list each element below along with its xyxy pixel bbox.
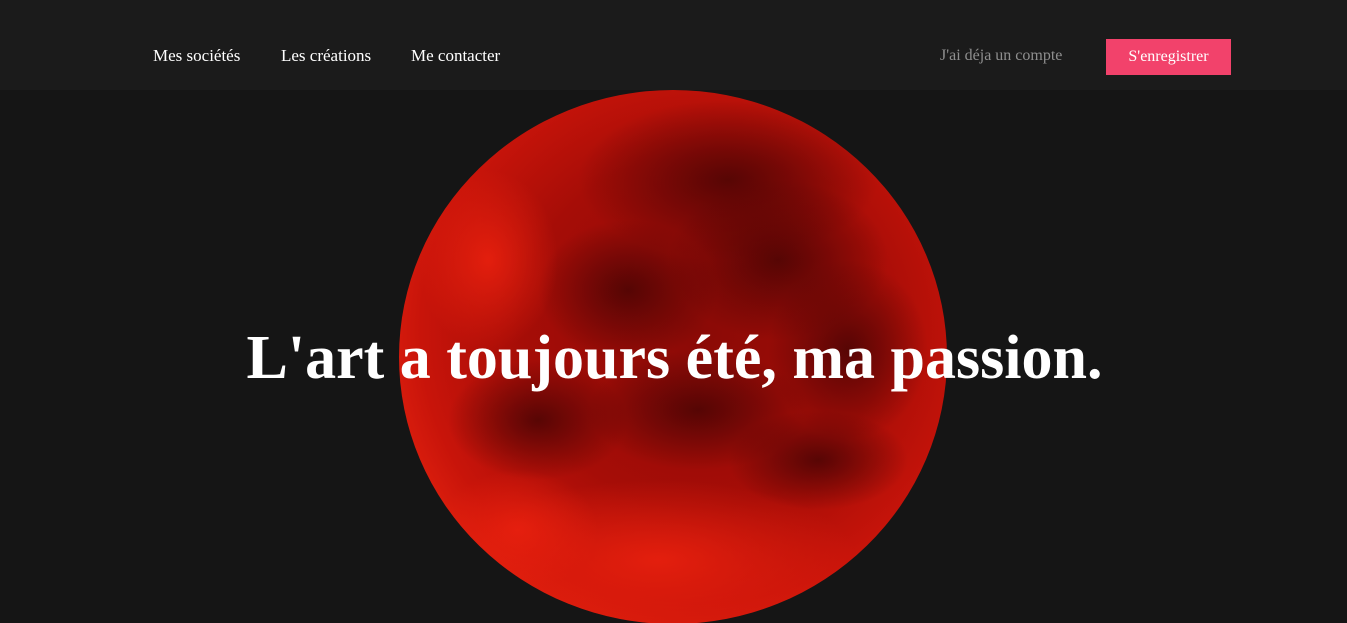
hero-title: L'art a toujours été, ma passion. [246, 324, 1103, 392]
top-navbar: Mes sociétés Les créations Me contacter … [0, 0, 1347, 90]
register-button[interactable]: S'enregistrer [1106, 39, 1231, 75]
nav-link-contact[interactable]: Me contacter [411, 46, 500, 66]
nav-link-societes[interactable]: Mes sociétés [153, 46, 240, 66]
nav-link-creations[interactable]: Les créations [281, 46, 371, 66]
hero-section: L'art a toujours été, ma passion. [0, 90, 1347, 623]
login-link[interactable]: J'ai déja un compte [940, 47, 1062, 65]
